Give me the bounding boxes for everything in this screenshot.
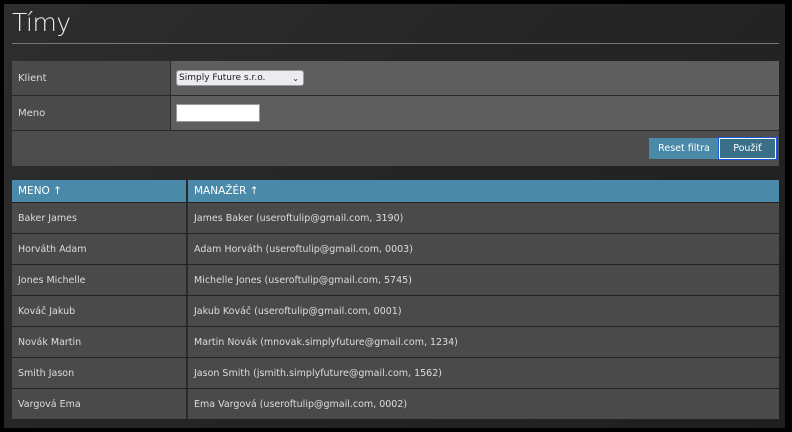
name-label: Meno (12, 96, 171, 130)
cell-name: Vargová Ema (12, 389, 188, 419)
page-title: Tímy (12, 8, 71, 37)
table-row[interactable]: Baker James James Baker (useroftulip@gmai… (12, 203, 779, 234)
table-row[interactable]: Horváth Adam Adam Horváth (useroftulip@gm… (12, 234, 779, 265)
table-row[interactable]: Vargová Ema Ema Vargová (useroftulip@gmai… (12, 389, 779, 420)
column-header-name[interactable]: MENO ↑ (12, 180, 188, 202)
teams-table: MENO ↑ MANAŽÉR ↑ Baker James James Baker … (12, 180, 779, 420)
cell-manager: James Baker (useroftulip@gmail.com, 3190… (194, 212, 404, 224)
window: Tímy Klient Simply Future s.r.o. ⌄ Meno R… (4, 4, 785, 428)
table-header: MENO ↑ MANAŽÉR ↑ (12, 180, 779, 203)
cell-name: Novák Martin (12, 327, 188, 357)
cell-name: Jones Michelle (12, 265, 188, 295)
client-select-value: Simply Future s.r.o. (179, 73, 266, 83)
filter-row-client: Klient Simply Future s.r.o. ⌄ (12, 61, 779, 96)
cell-manager: Adam Horváth (useroftulip@gmail.com, 000… (194, 243, 413, 255)
cell-name: Horváth Adam (12, 234, 188, 264)
apply-button[interactable]: Použiť (718, 137, 777, 160)
table-row[interactable]: Novák Martin Martin Novák (mnovak.simplyf… (12, 327, 779, 358)
cell-manager: Jason Smith (jsmith.simplyfuture@gmail.c… (194, 367, 442, 379)
table-row[interactable]: Kováč Jakub Jakub Kováč (useroftulip@gmai… (12, 296, 779, 327)
divider (12, 43, 779, 44)
cell-manager: Jakub Kováč (useroftulip@gmail.com, 0001… (194, 305, 402, 317)
cell-name: Baker James (12, 203, 188, 233)
cell-manager: Michelle Jones (useroftulip@gmail.com, 5… (194, 274, 412, 286)
filter-row-name: Meno (12, 96, 779, 131)
column-header-manager[interactable]: MANAŽÉR ↑ (188, 180, 779, 202)
filter-panel: Klient Simply Future s.r.o. ⌄ Meno Reset … (12, 61, 779, 166)
name-input[interactable] (176, 104, 260, 122)
cell-manager: Ema Vargová (useroftulip@gmail.com, 0002… (194, 398, 408, 410)
cell-name: Kováč Jakub (12, 296, 188, 326)
cell-manager: Martin Novák (mnovak.simplyfuture@gmail.… (194, 336, 458, 348)
client-label: Klient (12, 61, 171, 95)
chevron-down-icon: ⌄ (292, 73, 299, 83)
table-row[interactable]: Jones Michelle Michelle Jones (useroftuli… (12, 265, 779, 296)
client-select[interactable]: Simply Future s.r.o. ⌄ (176, 70, 304, 86)
cell-name: Smith Jason (12, 358, 188, 388)
reset-filter-button[interactable]: Reset filtra (649, 138, 719, 159)
table-row[interactable]: Smith Jason Jason Smith (jsmith.simplyfut… (12, 358, 779, 389)
